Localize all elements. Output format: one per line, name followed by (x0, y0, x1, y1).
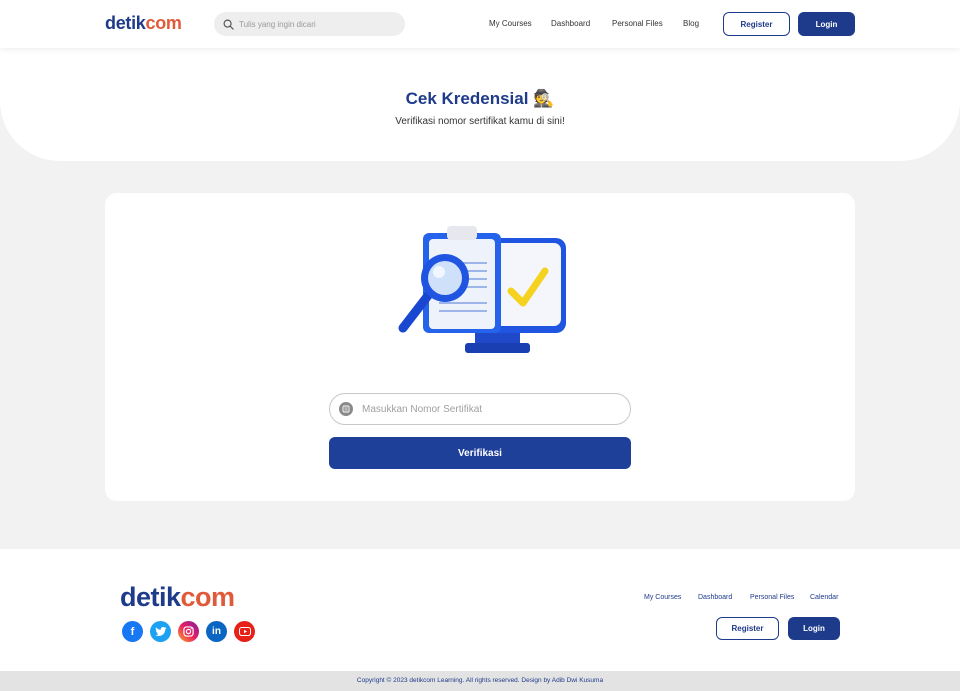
register-button[interactable]: Register (723, 12, 790, 36)
footer-register-button[interactable]: Register (716, 617, 779, 640)
footer-nav-calendar[interactable]: Calendar (810, 594, 838, 601)
social-links: f in (122, 621, 255, 642)
footer: detikcom f in My Courses Dashboard Perso… (0, 549, 960, 671)
search-icon (223, 19, 234, 30)
detikcom-logo[interactable]: detikcom (105, 13, 182, 34)
verify-button[interactable]: Verifikasi (329, 437, 631, 469)
footer-logo[interactable]: detikcom (120, 582, 235, 613)
top-navbar: detikcom My Courses Dashboard Personal F… (0, 0, 960, 48)
nav-dashboard[interactable]: Dashboard (551, 19, 590, 28)
certificate-icon (339, 402, 353, 416)
footer-nav-my-courses[interactable]: My Courses (644, 594, 681, 601)
footer-login-button[interactable]: Login (788, 617, 840, 640)
nav-personal-files[interactable]: Personal Files (612, 19, 663, 28)
verification-card: Verifikasi (105, 193, 855, 501)
page-title: Cek Kredensial 🕵️ (405, 89, 555, 108)
footer-nav-personal-files[interactable]: Personal Files (750, 594, 794, 601)
youtube-icon[interactable] (234, 621, 255, 642)
certificate-number-field[interactable] (329, 393, 631, 425)
footer-nav-dashboard[interactable]: Dashboard (698, 594, 732, 601)
search-input[interactable] (239, 19, 389, 29)
login-button[interactable]: Login (798, 12, 855, 36)
nav-blog[interactable]: Blog (683, 19, 699, 28)
twitter-icon[interactable] (150, 621, 171, 642)
facebook-icon[interactable]: f (122, 621, 143, 642)
search-bar[interactable] (214, 12, 405, 36)
hero-section: Cek Kredensial 🕵️ Verifikasi nomor serti… (0, 48, 960, 161)
certificate-number-input[interactable] (362, 403, 612, 415)
nav-my-courses[interactable]: My Courses (489, 19, 532, 28)
instagram-icon[interactable] (178, 621, 199, 642)
copyright-bar: Copyright © 2023 detikcom Learning. All … (0, 671, 960, 691)
linkedin-icon[interactable]: in (206, 621, 227, 642)
verification-illustration (398, 226, 566, 353)
page-subtitle: Verifikasi nomor sertifikat kamu di sini… (395, 116, 565, 127)
